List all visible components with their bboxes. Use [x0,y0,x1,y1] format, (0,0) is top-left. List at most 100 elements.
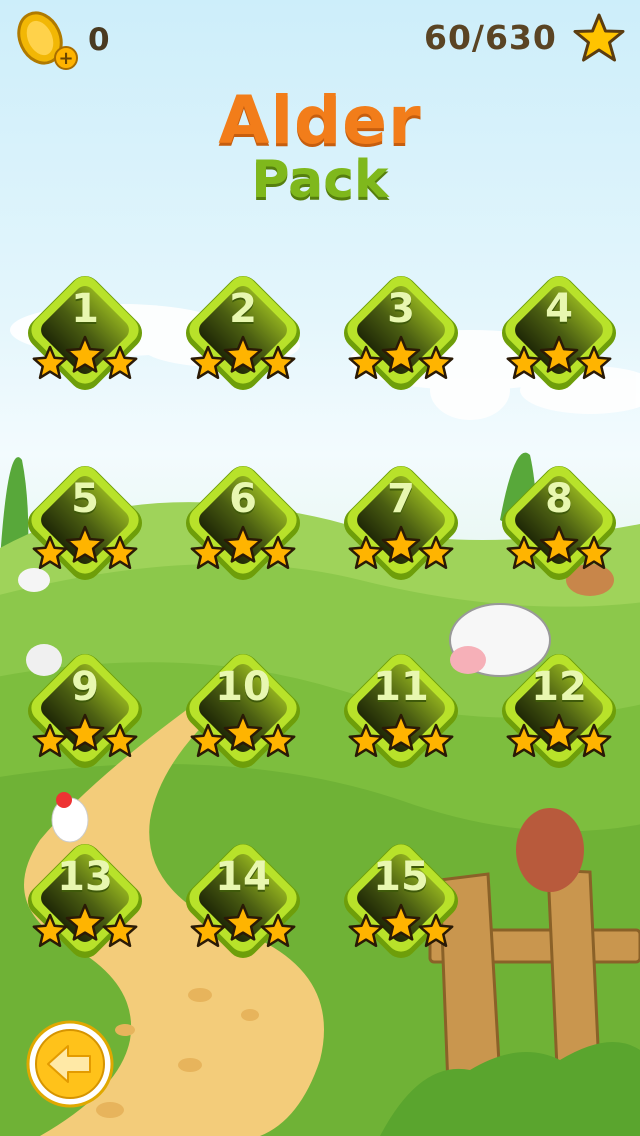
star-icon [223,335,263,373]
star-icon [260,345,296,380]
star-icon [32,723,68,758]
star-icon [381,525,421,563]
star-icon [32,913,68,948]
level-stars [348,525,454,570]
star-icon [190,345,226,380]
pack-subtitle: Pack [251,150,389,210]
star-icon [32,345,68,380]
star-icon [381,713,421,751]
level-number: 8 [545,476,573,522]
level-button-15[interactable]: 15 [326,826,476,976]
level-badge [343,275,459,391]
level-badge [343,843,459,959]
add-coins-button[interactable]: + [12,10,82,72]
level-badge [501,465,617,581]
level-badge [185,465,301,581]
level-badge [343,653,459,769]
star-icon [260,723,296,758]
star-icon [418,345,454,380]
level-button-9[interactable]: 9 [10,636,160,786]
level-number: 12 [531,664,587,710]
level-button-7[interactable]: 7 [326,448,476,598]
star-icon [102,913,138,948]
level-badge [27,653,143,769]
level-number: 9 [71,664,99,710]
level-button-1[interactable]: 1 [10,258,160,408]
star-icon [539,525,579,563]
level-stars [32,525,138,570]
level-stars [348,713,454,758]
level-badge [185,275,301,391]
star-icon [32,535,68,570]
star-icon [573,13,625,62]
level-number: 13 [57,854,113,900]
level-button-2[interactable]: 2 [168,258,318,408]
level-badge [185,653,301,769]
star-icon [65,903,105,941]
pack-title: Alder [218,82,422,159]
level-stars [348,335,454,380]
star-icon [506,535,542,570]
level-button-6[interactable]: 6 [168,448,318,598]
level-number: 2 [229,286,257,332]
star-icon [102,723,138,758]
level-badge [501,653,617,769]
level-badge [501,275,617,391]
star-icon [190,535,226,570]
level-stars [348,903,454,948]
star-icon [260,535,296,570]
star-icon [190,913,226,948]
level-stars [190,335,296,380]
star-icon [506,345,542,380]
level-badge [27,275,143,391]
star-icon [260,913,296,948]
star-icon [576,345,612,380]
level-badge [27,843,143,959]
level-button-10[interactable]: 10 [168,636,318,786]
coin-count: 0 [88,22,110,58]
star-icon [381,335,421,373]
level-stars [32,335,138,380]
star-icon [190,723,226,758]
level-button-4[interactable]: 4 [484,258,634,408]
back-button[interactable] [26,1020,114,1108]
star-icon [539,713,579,751]
level-button-5[interactable]: 5 [10,448,160,598]
level-number: 11 [373,664,429,710]
level-number: 4 [545,286,573,332]
level-button-8[interactable]: 8 [484,448,634,598]
star-icon [506,723,542,758]
star-icon [576,723,612,758]
level-button-13[interactable]: 13 [10,826,160,976]
coin-add-icon: + [17,11,78,70]
level-button-11[interactable]: 11 [326,636,476,786]
level-stars [506,335,612,380]
star-icon [65,335,105,373]
level-number: 14 [215,854,271,900]
star-icon [65,713,105,751]
level-badge [343,465,459,581]
level-number: 7 [387,476,415,522]
star-icon [576,535,612,570]
star-icon [65,525,105,563]
star-icon [381,903,421,941]
level-badge [185,843,301,959]
star-icon [223,903,263,941]
star-icon [348,535,384,570]
star-icon [102,345,138,380]
stars-progress: 60/630 [424,18,557,57]
level-stars [190,525,296,570]
level-stars [190,903,296,948]
level-stars [190,713,296,758]
star-icon [418,535,454,570]
level-number: 1 [71,286,99,332]
level-button-3[interactable]: 3 [326,258,476,408]
star-icon [348,723,384,758]
back-arrow-icon [26,1020,114,1108]
star-icon [348,913,384,948]
level-button-14[interactable]: 14 [168,826,318,976]
star-icon [223,525,263,563]
star-icon [102,535,138,570]
level-number: 15 [373,854,429,900]
level-button-12[interactable]: 12 [484,636,634,786]
